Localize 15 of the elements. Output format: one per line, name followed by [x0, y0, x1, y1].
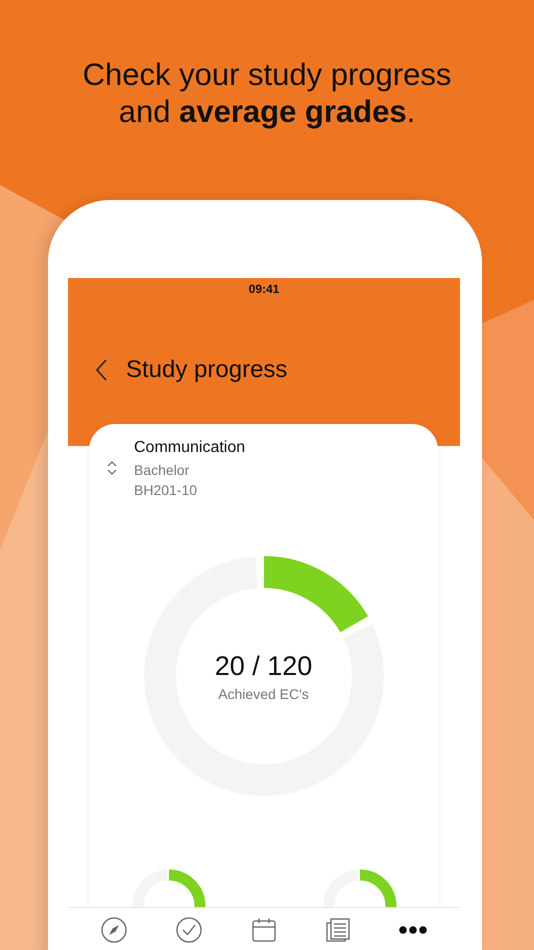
newspaper-icon[interactable]: [326, 918, 350, 942]
program-level: Bachelor: [134, 461, 190, 480]
headline: Check your study progress and average grades.: [82, 56, 452, 130]
credits-value: 20 / 120: [214, 650, 312, 682]
more-icon[interactable]: [399, 926, 428, 934]
compass-icon[interactable]: [100, 917, 127, 943]
program-name: Communication: [134, 438, 246, 458]
credits-caption: Achieved EC's: [218, 686, 309, 702]
back-icon[interactable]: [94, 358, 108, 382]
status-time: 09:41: [248, 282, 280, 296]
calendar-icon[interactable]: [252, 918, 276, 942]
sort-icon[interactable]: [106, 460, 118, 476]
check-circle-icon[interactable]: [176, 917, 202, 943]
program-code: BH201-10: [134, 481, 198, 500]
page-title: Study progress: [126, 356, 288, 384]
